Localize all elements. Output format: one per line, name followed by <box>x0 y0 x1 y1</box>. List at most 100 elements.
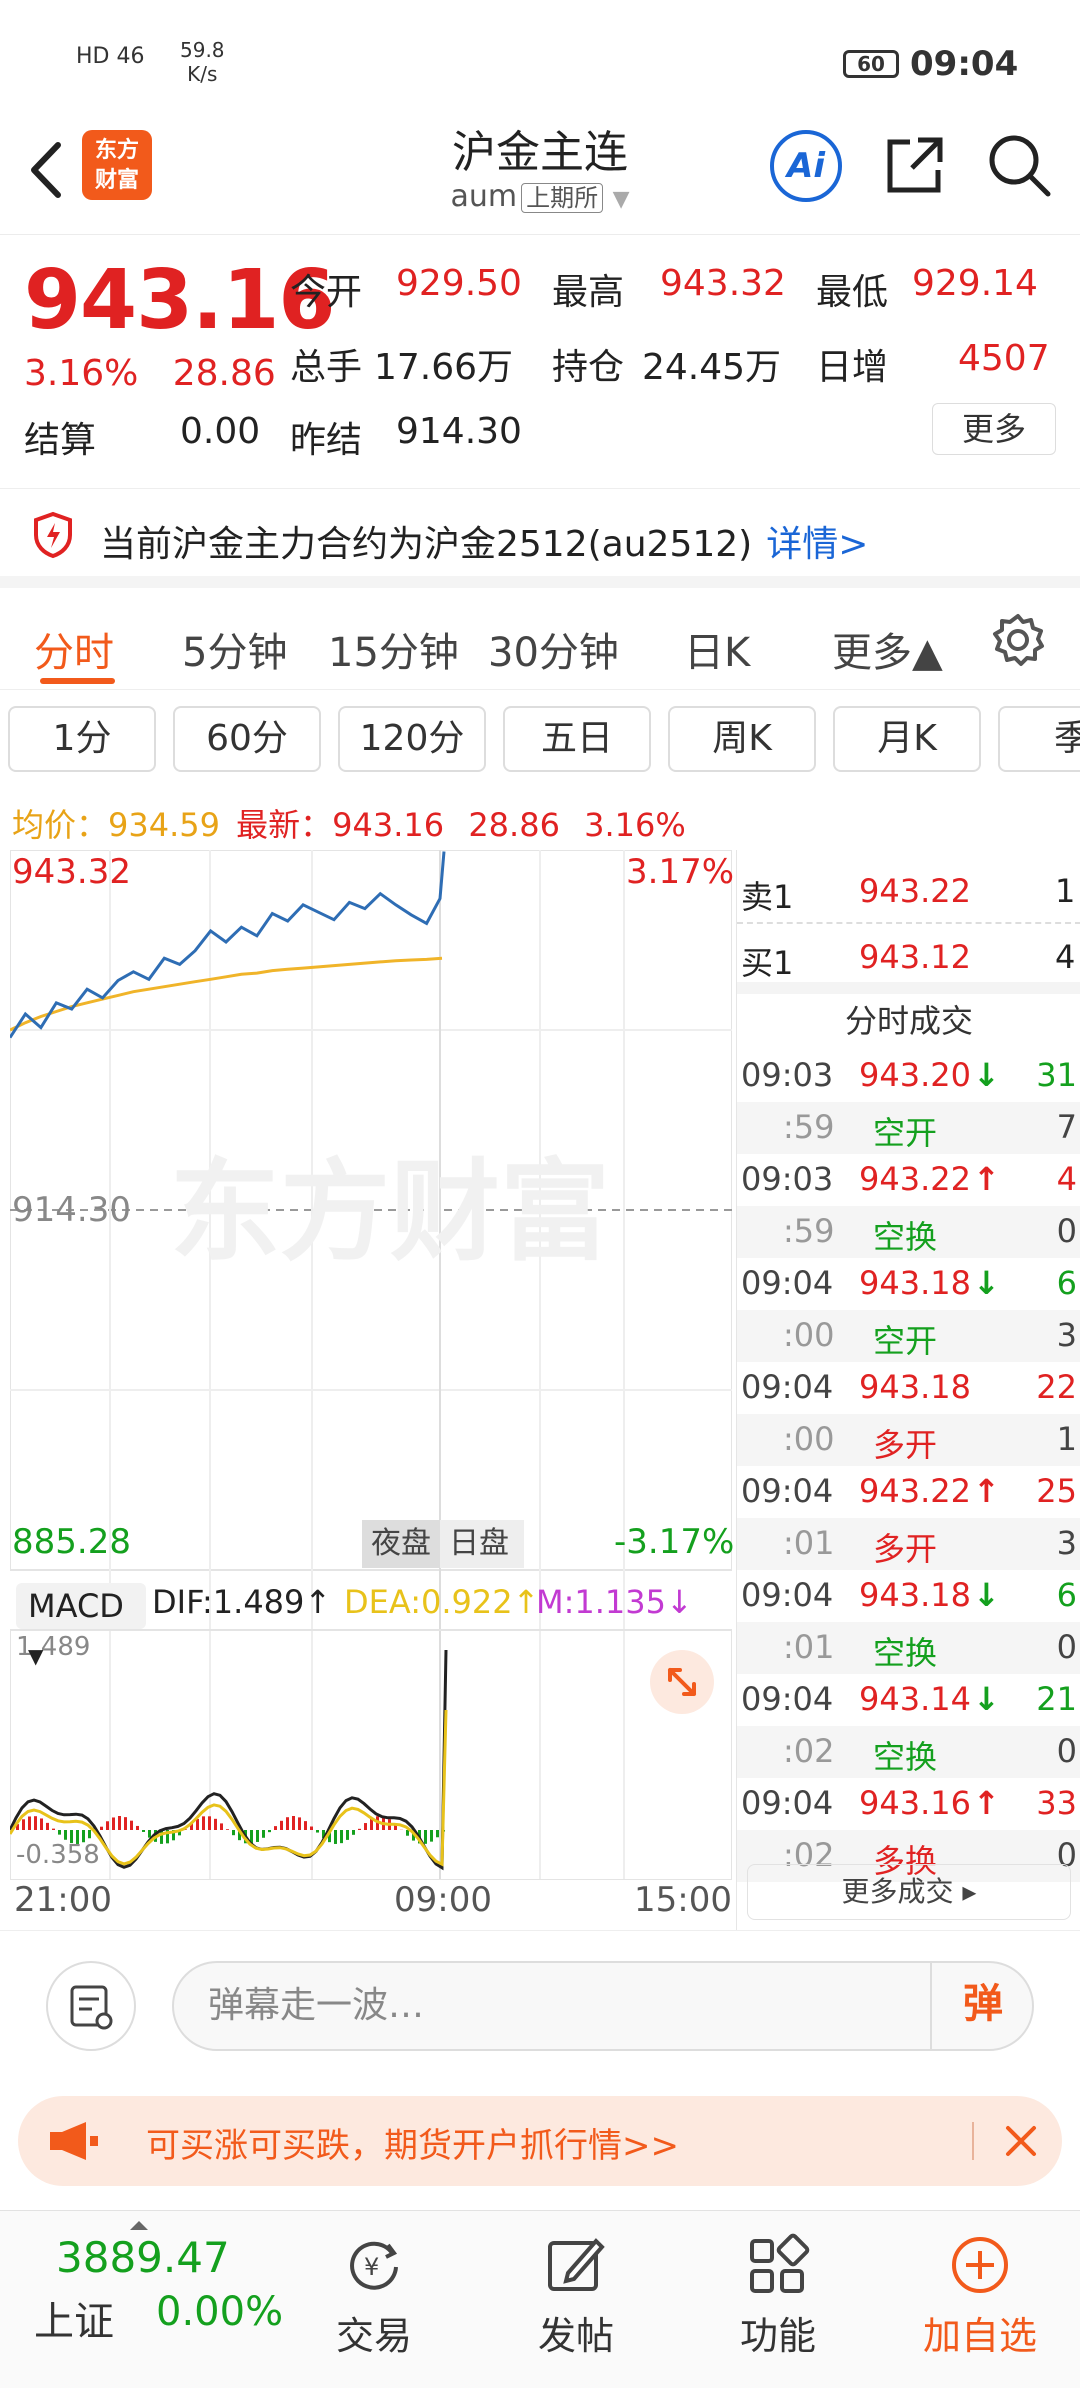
range-1min[interactable]: 1分 <box>8 706 156 772</box>
macd-bar <box>226 1829 229 1830</box>
range-weekly-k[interactable]: 周K <box>668 706 816 772</box>
header: 东方 财富 沪金主连 aum 上期所 ▼ Ai <box>0 110 1080 235</box>
grid-icon <box>750 2233 810 2293</box>
danmu-settings-icon[interactable] <box>46 1961 136 2051</box>
trade-detail-row: :02 空换 0 <box>737 1726 1080 1778</box>
exchange-badge: 上期所 <box>521 183 604 213</box>
ai-icon[interactable]: Ai <box>770 130 842 202</box>
y-axis-mid: 914.30 <box>12 1190 131 1230</box>
trade-row: 09:04 943.14 ↓ 21 <box>737 1674 1080 1726</box>
nav-post[interactable]: 发帖 <box>506 2221 646 2381</box>
tab-30min[interactable]: 30分钟 <box>488 620 619 678</box>
intraday-chart[interactable]: 东方财富 943.32 3.17% 914.30 885.28 -3.17% 夜… <box>10 850 735 1930</box>
volume-value: 17.66万 <box>374 347 514 388</box>
trade-type: 空换 <box>873 1218 938 1256</box>
macd-bar <box>232 1830 235 1836</box>
pct-axis-top: 3.17% <box>626 852 735 892</box>
trade-detail-row: :01 多开 3 <box>737 1518 1080 1570</box>
danmu-send-button[interactable]: 弹 <box>930 1961 1034 2051</box>
tab-more[interactable]: 更多▲ <box>832 620 943 678</box>
range-60min[interactable]: 60分 <box>173 706 321 772</box>
tab-daily-k[interactable]: 日K <box>684 620 750 678</box>
range-quarterly-k[interactable]: 季 <box>998 706 1080 772</box>
range-monthly-k[interactable]: 月K <box>833 706 981 772</box>
session-toggle[interactable]: 夜盘 日盘 <box>362 1520 524 1568</box>
trade-sub-volume: 0 <box>1056 1212 1077 1250</box>
avg-price-line: 均价：934.59 最新：943.16 28.86 3.16% <box>12 800 686 846</box>
trade-time: 09:04 <box>741 1680 834 1718</box>
chevron-up-icon <box>130 2221 148 2230</box>
tab-5min[interactable]: 5分钟 <box>182 620 287 678</box>
index-name[interactable]: 上证 <box>34 2289 114 2347</box>
prev-settle-value: 914.30 <box>396 411 522 452</box>
latest-value: 943.16 <box>332 806 445 844</box>
tab-15min[interactable]: 15分钟 <box>328 620 459 678</box>
settle-value: 0.00 <box>180 411 261 452</box>
index-value[interactable]: 3889.47 <box>56 2233 230 2282</box>
expand-icon[interactable] <box>650 1650 714 1714</box>
trade-price: 943.18 <box>859 1368 971 1406</box>
macd-bar <box>310 1826 313 1830</box>
trade-volume: 4 <box>1056 1160 1077 1198</box>
trade-time: 09:04 <box>741 1264 834 1302</box>
trade-volume: 31 <box>1036 1056 1077 1094</box>
macd-bar <box>46 1822 49 1830</box>
trade-direction-icon: ↑ <box>973 1472 1000 1510</box>
trade-icon: ¥ <box>350 2241 398 2290</box>
trade-seconds: :00 <box>783 1420 835 1458</box>
macd-bar <box>436 1830 439 1838</box>
latest-pct: 3.16% <box>584 806 686 844</box>
open-value: 929.50 <box>396 263 522 304</box>
danmu-input[interactable]: 弹幕走一波… <box>172 1961 1034 2051</box>
macd-bar <box>298 1817 301 1830</box>
more-quote-button[interactable]: 更多 <box>932 403 1056 455</box>
trade-type: 多开 <box>873 1530 938 1568</box>
index-pct[interactable]: 0.00% <box>156 2289 283 2335</box>
search-icon[interactable] <box>986 132 1052 198</box>
y-axis-bottom: 885.28 <box>12 1522 131 1562</box>
macd-bar <box>100 1826 103 1830</box>
close-icon[interactable] <box>998 2118 1044 2164</box>
oi-value: 24.45万 <box>642 347 782 388</box>
daily-inc-label: 日增 <box>816 347 889 388</box>
night-session-button[interactable]: 夜盘 <box>362 1520 440 1568</box>
avg-label: 均价： <box>12 806 109 844</box>
macd-bar <box>202 1816 205 1830</box>
time-label-end: 15:00 <box>634 1880 732 1920</box>
tab-intraday[interactable]: 分时 <box>34 620 114 678</box>
macd-bar <box>358 1828 361 1830</box>
trade-detail-row: :59 空开 7 <box>737 1102 1080 1154</box>
gear-icon[interactable] <box>990 612 1046 668</box>
range-120min[interactable]: 120分 <box>338 706 486 772</box>
trade-time: 09:04 <box>741 1784 834 1822</box>
macd-bar <box>142 1830 145 1832</box>
macd-m: M:1.135↓ <box>536 1583 693 1621</box>
promo-banner[interactable]: 可买涨可买跌，期货开户抓行情>> <box>18 2096 1062 2186</box>
nav-trade[interactable]: ¥ 交易 <box>304 2221 444 2381</box>
notice-detail-link[interactable]: 详情> <box>766 524 868 565</box>
trade-volume: 6 <box>1056 1576 1077 1614</box>
macd-dea: DEA:0.922↑ <box>344 1583 540 1621</box>
trade-row: 09:04 943.16 ↑ 33 <box>737 1778 1080 1830</box>
nav-functions[interactable]: 功能 <box>708 2221 848 2381</box>
trade-volume: 22 <box>1036 1368 1077 1406</box>
indicator-selector[interactable]: MACD ▼ <box>16 1583 146 1668</box>
main-contract-notice[interactable]: 当前沪金主力合约为沪金2512(au2512) 详情> <box>0 488 1080 588</box>
last-price: 943.16 <box>24 253 335 348</box>
trade-time: 09:03 <box>741 1056 834 1094</box>
status-bar: HD 46 59.8 K/s 60 09:04 <box>0 0 1080 120</box>
chart-svg: 东方财富 <box>10 850 732 1880</box>
day-session-button[interactable]: 日盘 <box>440 1520 518 1568</box>
trade-seconds: :59 <box>783 1108 835 1146</box>
chevron-down-icon: ▼ <box>28 1644 44 1668</box>
edit-icon <box>548 2238 605 2291</box>
trade-price: 943.22 <box>859 1160 971 1198</box>
trade-seconds: :00 <box>783 1316 835 1354</box>
share-icon[interactable] <box>882 132 948 198</box>
quote-panel: 943.16 3.16% 28.86 今开 929.50 最高 943.32 最… <box>0 235 1080 485</box>
more-trades-button[interactable]: 更多成交 ▸ <box>747 1864 1071 1920</box>
nav-add-watchlist[interactable]: 加自选 <box>910 2221 1050 2381</box>
trade-detail-row: :01 空换 0 <box>737 1622 1080 1674</box>
range-5day[interactable]: 五日 <box>503 706 651 772</box>
macd-bar <box>64 1830 67 1840</box>
